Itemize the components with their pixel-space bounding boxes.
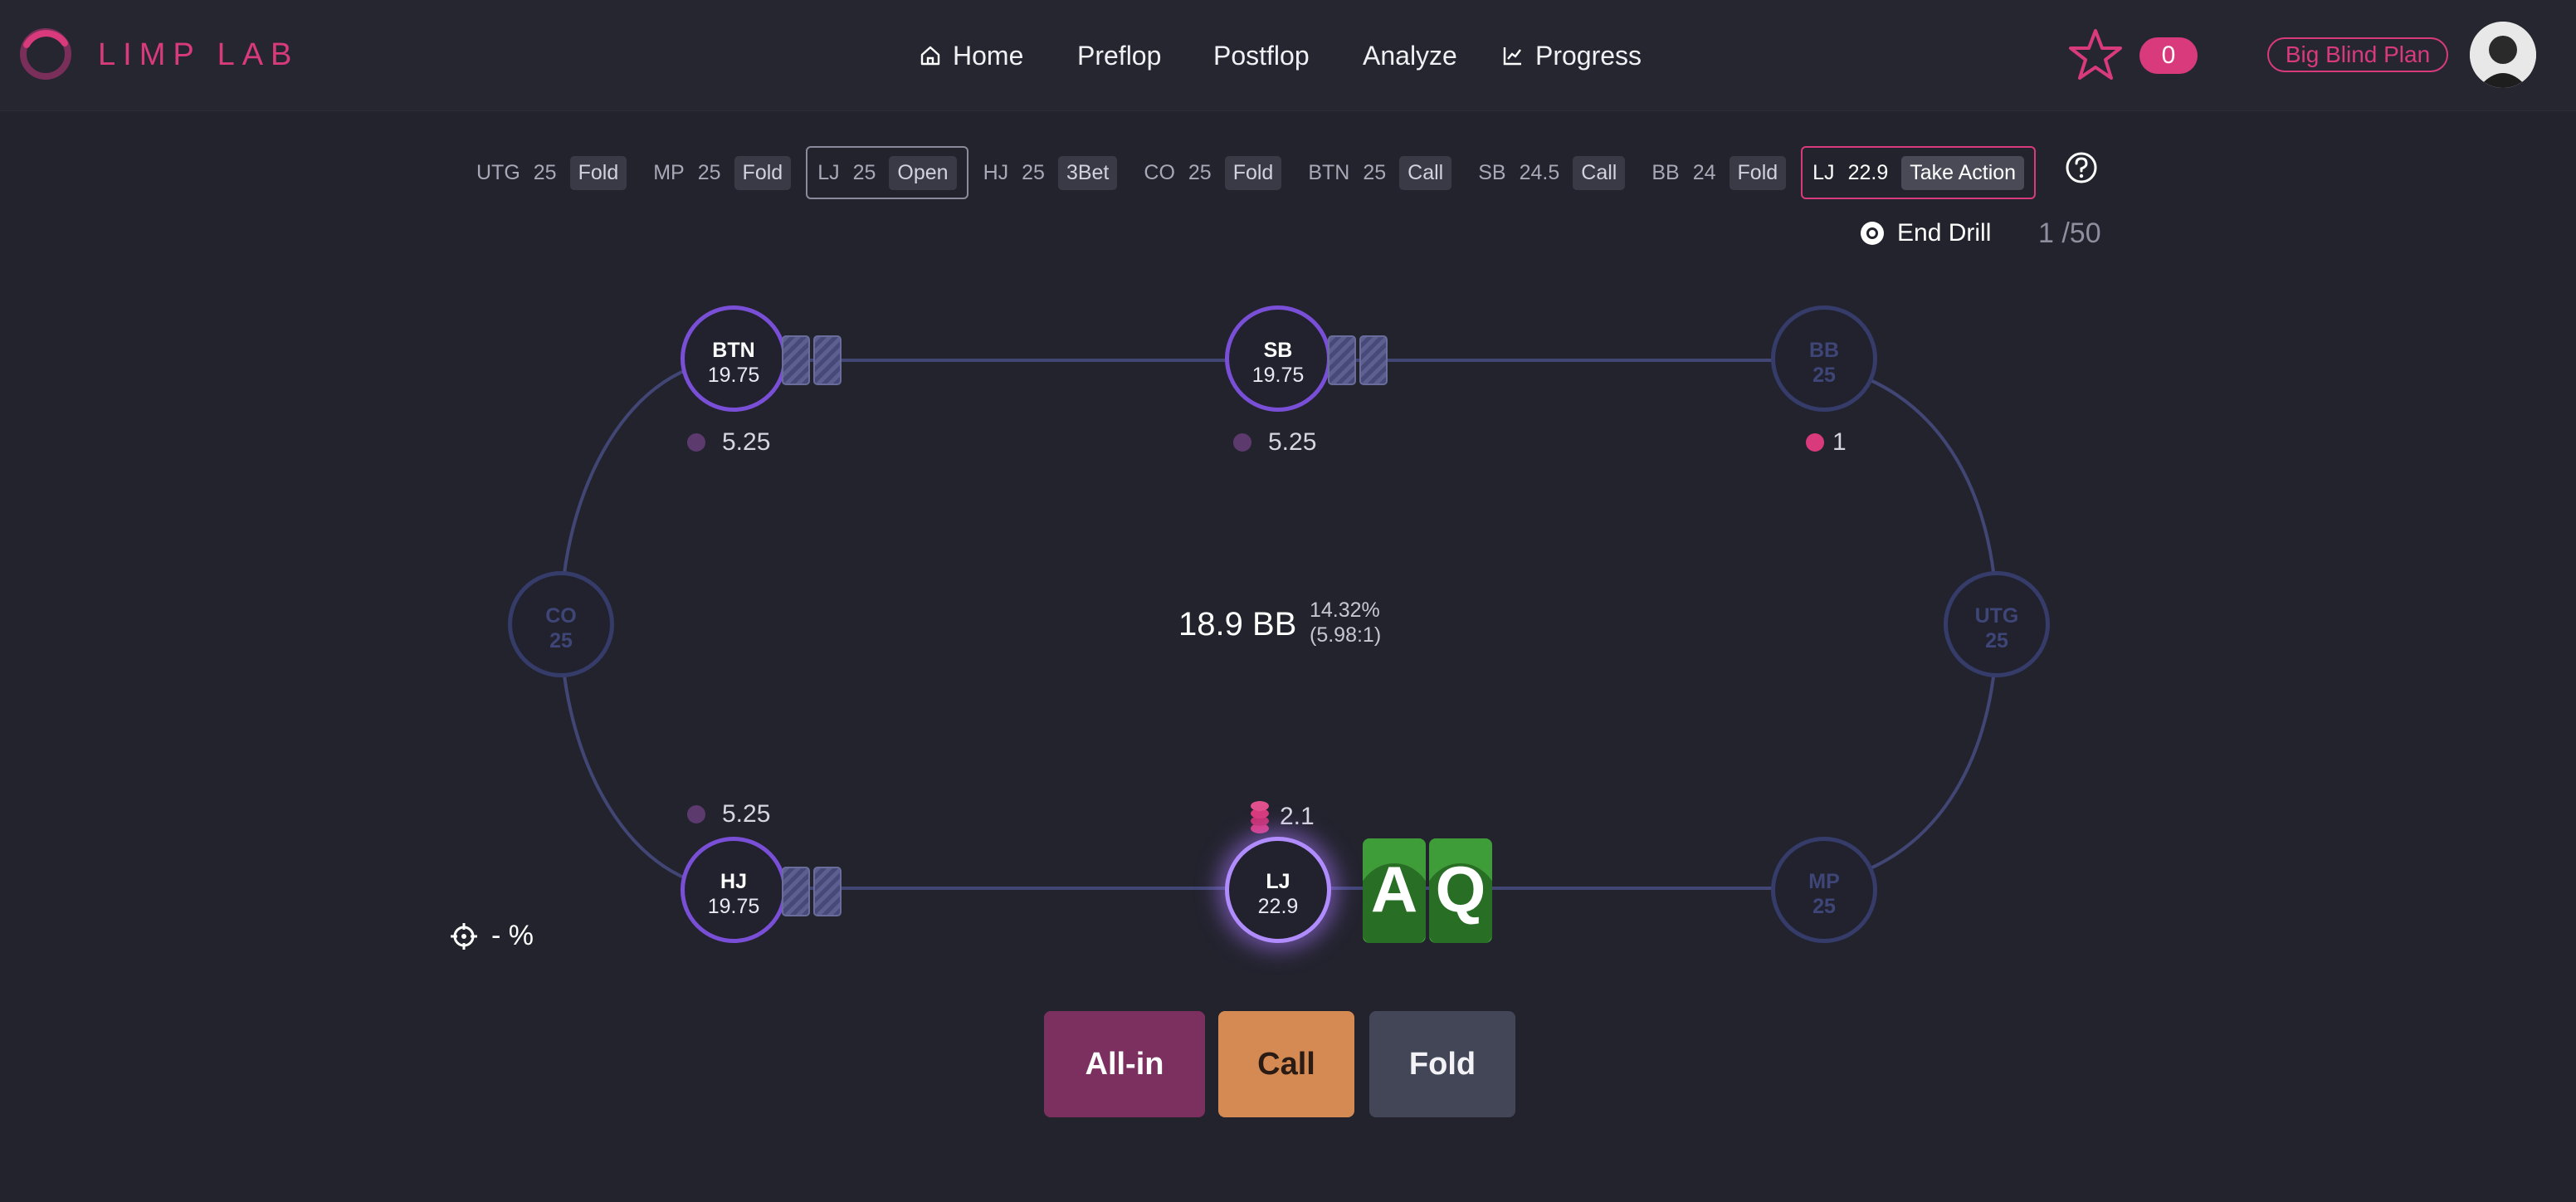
seat-bb[interactable]: BB 25 — [1771, 305, 1877, 412]
seat-position: BB — [1808, 339, 1840, 362]
seat-stack: 25 — [1812, 364, 1836, 387]
seat-bet-hj: 5.25 — [687, 800, 770, 828]
bet-amount: 1 — [1832, 428, 1847, 456]
seat-position: CO — [545, 604, 577, 628]
seat-bet-lj: 2.1 — [1250, 799, 1315, 835]
bet-amount: 5.25 — [1268, 428, 1317, 456]
seat-position: BTN — [712, 339, 755, 362]
card-back — [1359, 335, 1388, 385]
card-rank: A — [1370, 853, 1418, 926]
bet-amount: 5.25 — [722, 800, 771, 828]
seat-position: LJ — [1266, 870, 1290, 893]
chip-icon — [687, 805, 705, 823]
equity-readout: - % — [450, 920, 534, 952]
card-back — [813, 867, 842, 916]
hero-card: A — [1363, 838, 1426, 943]
pot-size: 18.9 BB — [1178, 606, 1297, 643]
all-in-button[interactable]: All-in — [1044, 1011, 1205, 1117]
hero-card: Q — [1429, 838, 1492, 943]
pot-odds: 14.32% (5.98:1) — [1310, 598, 1381, 647]
chip-icon — [1806, 433, 1824, 452]
seat-co[interactable]: CO 25 — [508, 571, 614, 677]
card-back — [782, 335, 810, 385]
seat-bet-bb: 1 — [1806, 428, 1847, 457]
equity-value: - % — [491, 920, 534, 951]
pot-odds-ratio: (5.98:1) — [1310, 623, 1382, 647]
seat-position: SB — [1263, 339, 1293, 362]
seat-position: MP — [1808, 870, 1840, 893]
seat-lj-hero[interactable]: LJ 22.9 — [1225, 837, 1331, 943]
seat-stack: 22.9 — [1257, 895, 1299, 918]
chip-icon — [687, 433, 705, 452]
seat-stack: 19.75 — [1251, 364, 1305, 387]
seat-position: UTG — [1974, 604, 2019, 628]
seat-bet-sb: 5.25 — [1233, 428, 1316, 457]
seat-sb[interactable]: SB 19.75 — [1225, 305, 1331, 412]
fold-button[interactable]: Fold — [1369, 1011, 1515, 1117]
card-back — [782, 867, 810, 916]
bet-amount: 2.1 — [1280, 803, 1315, 830]
seat-utg[interactable]: UTG 25 — [1944, 571, 2050, 677]
call-button[interactable]: Call — [1218, 1011, 1354, 1117]
seat-stack: 25 — [1812, 895, 1836, 918]
pot-odds-percent: 14.32% — [1310, 599, 1380, 622]
chip-icon — [1233, 433, 1251, 452]
seat-stack: 25 — [1985, 629, 2008, 652]
chip-stack-icon — [1251, 801, 1269, 833]
seat-stack: 25 — [549, 629, 573, 652]
card-back — [1328, 335, 1356, 385]
seat-position: HJ — [720, 870, 747, 893]
seat-bet-btn: 5.25 — [687, 428, 770, 457]
crosshair-icon — [451, 922, 477, 950]
card-back — [813, 335, 842, 385]
seat-btn[interactable]: BTN 19.75 — [681, 305, 787, 412]
bet-amount: 5.25 — [722, 428, 771, 456]
seat-mp[interactable]: MP 25 — [1771, 837, 1877, 943]
seat-hj[interactable]: HJ 19.75 — [681, 837, 787, 943]
card-rank: Q — [1435, 853, 1486, 926]
seat-stack: 19.75 — [707, 364, 760, 387]
seat-stack: 19.75 — [707, 895, 760, 918]
